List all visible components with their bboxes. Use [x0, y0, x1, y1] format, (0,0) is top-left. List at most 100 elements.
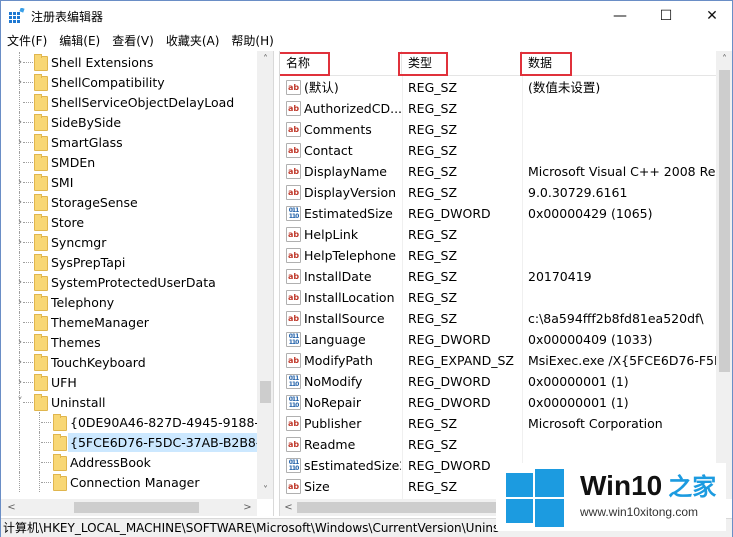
tree-item[interactable]: ShellServiceObjectDelayLoad — [1, 92, 256, 112]
value-row[interactable]: ab (默认) REG_SZ (数值未设置) — [280, 77, 716, 98]
value-row[interactable]: ab AuthorizedCD... REG_SZ — [280, 98, 716, 119]
folder-icon — [34, 314, 48, 331]
scroll-up-icon[interactable]: ˄ — [257, 51, 273, 68]
value-data: 0x00000001 (1) — [528, 374, 629, 389]
value-data: MsiExec.exe /X{5FCE6D76-F5DC- — [528, 353, 716, 368]
highlight-box-name — [280, 52, 330, 76]
tree-guide-line — [19, 252, 20, 272]
list-vertical-scrollbar[interactable]: ˄ — [716, 51, 732, 499]
tree-item[interactable]: {0DE90A46-827D-4945-9188-877 — [1, 412, 273, 432]
tree-item[interactable]: › TouchKeyboard — [1, 352, 256, 372]
logo-tile — [506, 499, 533, 523]
current-key-path: 计算机\HKEY_LOCAL_MACHINE\SOFTWARE\Microsof… — [3, 521, 500, 535]
string-value-icon: ab — [286, 227, 301, 242]
tree-item[interactable]: › SideBySide — [1, 112, 256, 132]
value-row[interactable]: ab Readme REG_SZ — [280, 434, 716, 455]
tree-item[interactable]: {5FCE6D76-F5DC-37AB-B2B8-22 — [1, 432, 273, 452]
value-row[interactable]: ab HelpTelephone REG_SZ — [280, 245, 716, 266]
value-row[interactable]: ab HelpLink REG_SZ — [280, 224, 716, 245]
value-row[interactable]: 011 110 EstimatedSize REG_DWORD 0x00000429 (… — [280, 203, 716, 224]
tree-item-label: TouchKeyboard — [51, 355, 146, 370]
value-name: Language — [304, 332, 366, 347]
tree-item[interactable]: › UFH — [1, 372, 256, 392]
value-row[interactable]: ab Publisher REG_SZ Microsoft Corporation — [280, 413, 716, 434]
folder-icon — [34, 294, 48, 311]
value-data: 0x00000429 (1065) — [528, 206, 653, 221]
value-row[interactable]: ab InstallLocation REG_SZ — [280, 287, 716, 308]
value-row[interactable]: ab Contact REG_SZ — [280, 140, 716, 161]
tree-connector — [41, 462, 51, 463]
folder-icon — [34, 374, 48, 391]
value-data: c:\8a594fff2b8fd81ea520df\ — [528, 311, 704, 326]
value-row[interactable]: 011 110 NoModify REG_DWORD 0x00000001 (1) — [280, 371, 716, 392]
tree-vertical-scrollbar[interactable]: ˄ ˅ — [257, 51, 273, 499]
tree-item[interactable]: › SmartGlass — [1, 132, 256, 152]
tree-guide-line — [19, 412, 20, 432]
scroll-left-icon[interactable]: < — [280, 499, 297, 516]
value-row[interactable]: ab InstallSource REG_SZ c:\8a594fff2b8fd81e… — [280, 308, 716, 329]
value-name: EstimatedSize — [304, 206, 393, 221]
tree-item-label: SysPrepTapi — [51, 255, 126, 270]
tree-item[interactable]: SysPrepTapi — [1, 252, 256, 272]
close-icon: ✕ — [706, 8, 718, 24]
folder-icon — [53, 414, 67, 431]
tree-item[interactable]: › Syncmgr — [1, 232, 256, 252]
registry-editor-window: 注册表编辑器 — ☐ ✕ 文件(F) 编辑(E) 查看(V) 收藏夹(A) 帮助… — [0, 0, 733, 537]
minimize-button[interactable]: — — [597, 1, 643, 31]
tree-horizontal-scrollbar[interactable]: < > — [1, 499, 257, 516]
tree-item[interactable]: › Telephony — [1, 292, 256, 312]
menu-view[interactable]: 查看(V) — [106, 31, 160, 51]
tree-item[interactable]: › ShellCompatibility — [1, 72, 256, 92]
tree-horizontal-scroll-thumb[interactable] — [74, 502, 199, 513]
scroll-left-icon[interactable]: < — [3, 499, 20, 516]
tree-item[interactable]: › SMI — [1, 172, 256, 192]
value-name: InstallDate — [304, 269, 372, 284]
tree-item[interactable]: › SystemProtectedUserData — [1, 272, 256, 292]
menu-edit[interactable]: 编辑(E) — [53, 31, 106, 51]
value-row[interactable]: ab DisplayVersion REG_SZ 9.0.30729.6161 — [280, 182, 716, 203]
tree-item[interactable]: AddressBook — [1, 452, 256, 472]
tree-vertical-scroll-thumb[interactable] — [260, 381, 271, 403]
value-name: (默认) — [304, 80, 339, 95]
string-value-icon: ab — [286, 353, 301, 368]
tree-item[interactable]: › Shell Extensions — [1, 52, 256, 72]
tree-connector — [23, 242, 33, 243]
tree-item[interactable]: ˅ Uninstall — [1, 392, 256, 412]
tree-item[interactable]: › Themes — [1, 332, 256, 352]
string-value-icon: ab — [286, 80, 301, 95]
maximize-button[interactable]: ☐ — [643, 1, 689, 31]
menu-favorites[interactable]: 收藏夹(A) — [160, 31, 226, 51]
folder-icon — [34, 194, 48, 211]
value-row[interactable]: ab Comments REG_SZ — [280, 119, 716, 140]
tree-item-label: AddressBook — [70, 455, 151, 470]
tree-item[interactable]: Connection Manager — [1, 472, 256, 492]
tree-item-label: StorageSense — [51, 195, 138, 210]
value-row[interactable]: 011 110 NoRepair REG_DWORD 0x00000001 (1) — [280, 392, 716, 413]
list-vertical-scroll-thumb[interactable] — [719, 70, 730, 372]
tree-item[interactable]: › StorageSense — [1, 192, 256, 212]
tree-item[interactable]: SMDEn — [1, 152, 256, 172]
value-data: 9.0.30729.6161 — [528, 185, 628, 200]
value-row[interactable]: ab InstallDate REG_SZ 20170419 — [280, 266, 716, 287]
value-row[interactable]: ab DisplayName REG_SZ Microsoft Visual C++ … — [280, 161, 716, 182]
binary-value-icon: 011 110 — [286, 458, 301, 473]
menu-file[interactable]: 文件(F) — [1, 31, 53, 51]
close-button[interactable]: ✕ — [689, 1, 733, 31]
scroll-right-icon[interactable]: > — [239, 499, 256, 516]
tree-item[interactable]: › Store — [1, 212, 256, 232]
value-row[interactable]: 011 110 Language REG_DWORD 0x00000409 (1033) — [280, 329, 716, 350]
string-value-icon: ab — [286, 290, 301, 305]
highlight-box-data — [520, 52, 572, 76]
tree-guide-line — [39, 412, 40, 432]
tree-item[interactable]: ThemeManager — [1, 312, 256, 332]
value-row[interactable]: ab ModifyPath REG_EXPAND_SZ MsiExec.exe /X{… — [280, 350, 716, 371]
value-name: Publisher — [304, 416, 362, 431]
tree-item-label: Store — [51, 215, 85, 230]
value-name: Readme — [304, 437, 356, 452]
scroll-down-icon[interactable]: ˅ — [257, 482, 273, 499]
menu-help[interactable]: 帮助(H) — [225, 31, 279, 51]
string-value-icon: ab — [286, 311, 301, 326]
tree-connector — [23, 122, 33, 123]
binary-value-icon: 011 110 — [286, 332, 301, 347]
scroll-up-icon[interactable]: ˄ — [716, 51, 732, 68]
